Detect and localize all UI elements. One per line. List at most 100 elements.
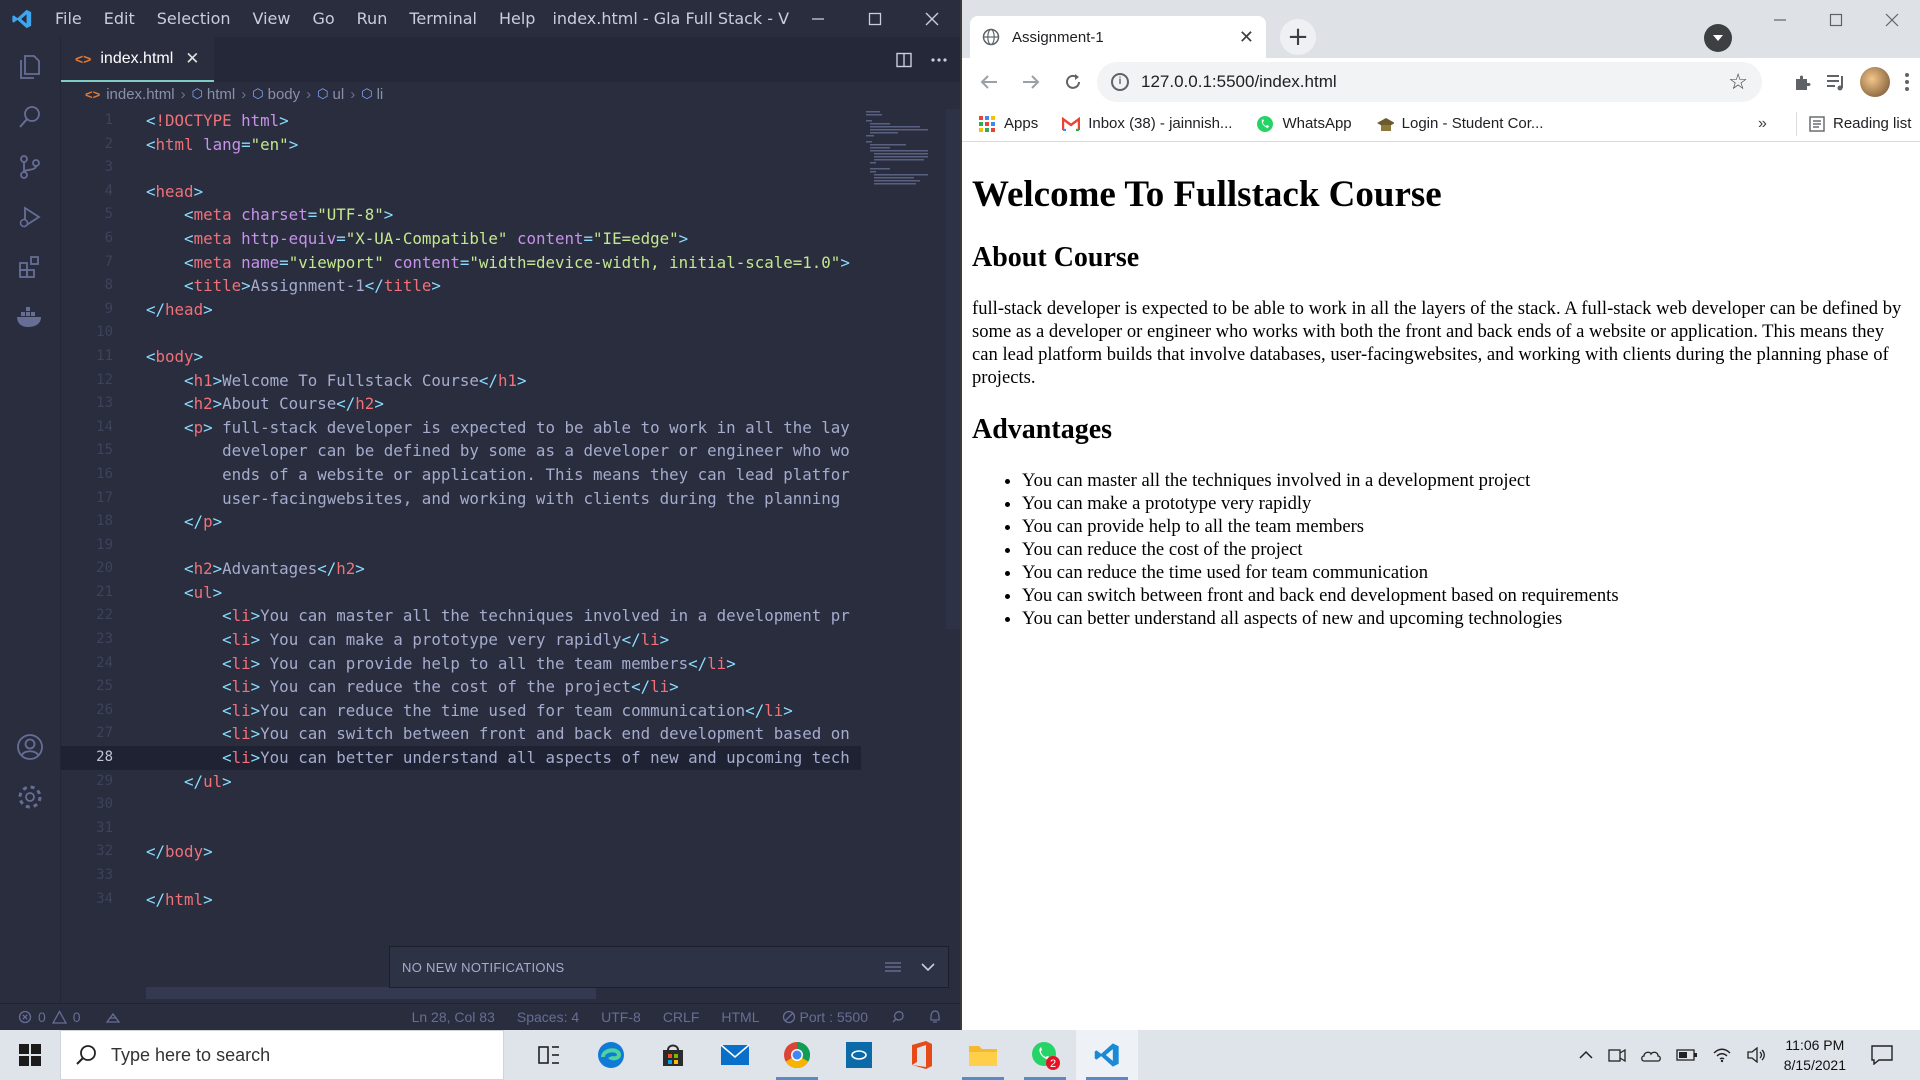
office-icon[interactable] (890, 1030, 952, 1080)
edge-browser-icon[interactable] (580, 1030, 642, 1080)
indentation[interactable]: Spaces: 4 (517, 1009, 579, 1025)
breadcrumb-html[interactable]: html (207, 86, 235, 103)
file-explorer-icon[interactable] (952, 1030, 1014, 1080)
breadcrumb-li[interactable]: li (377, 86, 384, 103)
code-line[interactable]: 29 </ul> (61, 770, 861, 794)
menu-terminal[interactable]: Terminal (398, 0, 488, 37)
code-line[interactable]: 24 <li> You can provide help to all the … (61, 652, 861, 676)
code-editor[interactable]: 1 <!DOCTYPE html> 2 <html lang="en"> 3 4 <head… (61, 109, 861, 929)
taskbar-search-box[interactable]: Type here to search (60, 1030, 504, 1080)
minimize-icon[interactable] (789, 0, 846, 37)
volume-icon[interactable] (1746, 1047, 1766, 1063)
browser-tab-assignment[interactable]: Assignment-1 ✕ (970, 16, 1266, 58)
back-arrow-icon[interactable] (968, 62, 1010, 102)
code-line[interactable]: 11 <body> (61, 345, 861, 369)
menu-run[interactable]: Run (346, 0, 399, 37)
code-line[interactable]: 28 <li>You can better understand all asp… (61, 746, 861, 770)
onedrive-icon[interactable] (1640, 1048, 1662, 1062)
code-line[interactable]: 8 <title>Assignment-1</title> (61, 274, 861, 298)
chevron-down-icon[interactable] (920, 962, 936, 972)
code-line[interactable]: 32 </body> (61, 840, 861, 864)
chrome-taskbar-icon[interactable] (766, 1030, 828, 1080)
bookmarks-overflow-button[interactable]: » (1758, 115, 1767, 133)
menu-go[interactable]: Go (301, 0, 345, 37)
encoding[interactable]: UTF-8 (601, 1009, 641, 1025)
media-queue-icon[interactable] (1826, 73, 1846, 91)
code-line[interactable]: 6 <meta http-equiv="X-UA-Compatible" con… (61, 227, 861, 251)
tab-search-icon[interactable] (1704, 24, 1732, 52)
code-line[interactable]: 1 <!DOCTYPE html> (61, 109, 861, 133)
reload-icon[interactable] (1052, 62, 1094, 102)
vertical-scrollbar[interactable] (946, 109, 960, 629)
code-line[interactable]: 20 <h2>Advantages</h2> (61, 557, 861, 581)
vscode-taskbar-icon[interactable] (1076, 1030, 1138, 1080)
end-of-line[interactable]: CRLF (663, 1009, 700, 1025)
menu-file[interactable]: File (44, 0, 93, 37)
code-line[interactable]: 13 <h2>About Course</h2> (61, 392, 861, 416)
chrome-menu-icon[interactable] (1904, 72, 1910, 92)
code-line[interactable]: 16 ends of a website or application. Thi… (61, 463, 861, 487)
clear-all-notifications-icon[interactable] (884, 960, 902, 974)
windows-start-icon[interactable] (0, 1030, 60, 1080)
close-icon[interactable] (903, 0, 960, 37)
code-line[interactable]: 17 user-facingwebsites, and working with… (61, 487, 861, 511)
code-line[interactable]: 15 developer can be defined by some as a… (61, 439, 861, 463)
code-line[interactable]: 31 (61, 817, 861, 841)
warning-icon[interactable] (51, 1010, 67, 1024)
breadcrumb-file[interactable]: index.html (106, 86, 174, 103)
mail-icon[interactable] (704, 1030, 766, 1080)
settings-gear-icon[interactable] (0, 767, 60, 827)
code-line[interactable]: 18 </p> (61, 510, 861, 534)
code-line[interactable]: 22 <li>You can master all the techniques… (61, 604, 861, 628)
bookmark-star-icon[interactable]: ☆ (1728, 69, 1748, 95)
error-count[interactable]: 0 (38, 1009, 46, 1025)
live-server-status[interactable]: Port : 5500 (782, 1009, 868, 1025)
tab-close-icon[interactable]: ✕ (185, 49, 199, 69)
cursor-position[interactable]: Ln 28, Col 83 (412, 1009, 495, 1025)
docker-icon[interactable] (0, 287, 60, 347)
extensions-puzzle-icon[interactable] (1792, 72, 1812, 92)
bookmark-student-login[interactable]: Login - Student Cor... (1376, 115, 1543, 133)
bookmark-whatsapp[interactable]: WhatsApp (1256, 115, 1352, 133)
breadcrumb-body[interactable]: body (268, 86, 301, 103)
code-line[interactable]: 4 <head> (61, 180, 861, 204)
menu-selection[interactable]: Selection (146, 0, 242, 37)
code-line[interactable]: 34 </html> (61, 888, 861, 912)
code-line[interactable]: 5 <meta charset="UTF-8"> (61, 203, 861, 227)
tab-close-icon[interactable]: ✕ (1239, 27, 1254, 48)
minimize-icon[interactable] (1752, 0, 1808, 40)
new-tab-button[interactable]: + (1280, 19, 1316, 55)
reading-list-button[interactable]: Reading list (1796, 111, 1911, 136)
url-text[interactable]: 127.0.0.1:5500/index.html (1141, 72, 1728, 92)
close-icon[interactable] (1864, 0, 1920, 40)
tab-index-html[interactable]: <> index.html ✕ (61, 37, 214, 82)
whatsapp-taskbar-icon[interactable]: 2 (1014, 1030, 1076, 1080)
wifi-icon[interactable] (1712, 1047, 1732, 1063)
meet-now-icon[interactable] (1608, 1047, 1626, 1063)
code-line[interactable]: 26 <li>You can reduce the time used for … (61, 699, 861, 723)
action-center-icon[interactable] (1860, 1045, 1904, 1065)
code-line[interactable]: 25 <li> You can reduce the cost of the p… (61, 675, 861, 699)
more-actions-icon[interactable] (930, 57, 948, 63)
feedback-icon[interactable] (890, 1009, 906, 1025)
horizontal-scrollbar[interactable] (146, 987, 596, 999)
code-line[interactable]: 2 <html lang="en"> (61, 133, 861, 157)
chevron-up-icon[interactable] (1578, 1050, 1594, 1060)
menu-edit[interactable]: Edit (93, 0, 146, 37)
site-info-icon[interactable]: i (1111, 73, 1129, 91)
menu-view[interactable]: View (242, 0, 302, 37)
code-line[interactable]: 27 <li>You can switch between front and … (61, 722, 861, 746)
maximize-icon[interactable] (846, 0, 903, 37)
code-line[interactable]: 19 (61, 534, 861, 558)
task-view-icon[interactable] (518, 1030, 580, 1080)
address-bar[interactable]: i 127.0.0.1:5500/index.html ☆ (1097, 62, 1762, 102)
live-share-icon[interactable] (105, 1010, 121, 1024)
warning-count[interactable]: 0 (73, 1009, 81, 1025)
profile-avatar[interactable] (1860, 67, 1890, 97)
code-line[interactable]: 10 (61, 321, 861, 345)
bookmark-gmail-inbox[interactable]: Inbox (38) - jainnish... (1062, 115, 1232, 133)
bookmark-apps[interactable]: Apps (978, 115, 1038, 133)
breadcrumb-ul[interactable]: ul (333, 86, 345, 103)
battery-icon[interactable] (1676, 1049, 1698, 1061)
dell-app-icon[interactable] (828, 1030, 890, 1080)
